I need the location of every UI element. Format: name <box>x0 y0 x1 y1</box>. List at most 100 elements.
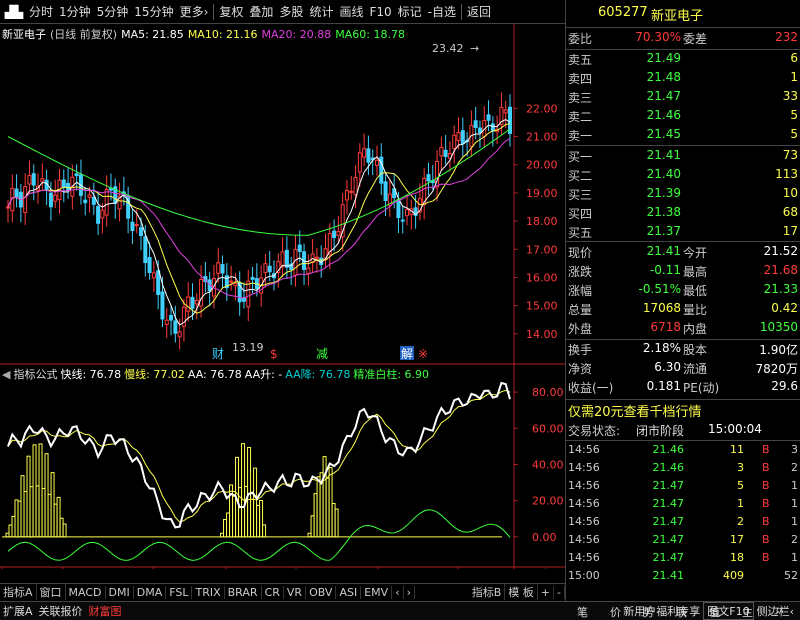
trade-time: 15:00:04 <box>708 422 762 436</box>
bid-price: 21.39 <box>646 186 681 200</box>
precise-bar <box>334 508 339 538</box>
toolbar-item[interactable]: 统计 <box>306 3 336 20</box>
price-tick-label: 19.00 <box>526 187 558 200</box>
ask-price: 21.45 <box>646 127 681 141</box>
candle-body <box>477 127 482 134</box>
stat-row: 总量 17068 量比 0.42 <box>568 301 798 317</box>
aa-down-label: AA降: 76.78 <box>285 368 351 381</box>
indicator-tab[interactable]: OBV <box>306 585 337 599</box>
indicator-tab[interactable]: - <box>554 585 565 599</box>
candle-body <box>456 132 461 141</box>
toolbar-item[interactable]: 多股 <box>276 3 306 20</box>
related-quote-tab[interactable]: 关联报价 <box>36 603 86 619</box>
candle-body <box>83 199 88 204</box>
app-logo-icon[interactable]: ▟▙ <box>2 2 26 22</box>
weibi-value: 70.30% <box>635 30 681 44</box>
bottom-tool-icon[interactable]: 联 <box>665 604 698 620</box>
bid-row[interactable]: 买四 21.38 68 <box>566 205 800 223</box>
bottom-tool-icon[interactable]: 势 <box>632 604 665 620</box>
ask-row[interactable]: 卖三 21.47 33 <box>566 89 800 107</box>
candle-body <box>96 206 101 224</box>
bid-row[interactable]: 买二 21.40 113 <box>566 167 800 185</box>
bid-price: 21.37 <box>646 224 681 238</box>
kline-mode: (日线 前复权) <box>50 28 118 41</box>
slow-line-label: 慢线: 77.02 <box>124 368 185 381</box>
bid-row[interactable]: 买三 21.39 10 <box>566 186 800 204</box>
toolbar-item[interactable]: 分时 <box>26 3 56 20</box>
indicator-tab[interactable]: 指标B <box>469 584 506 600</box>
indicator-tab[interactable]: MACD <box>66 585 106 599</box>
bottom-tool-icon[interactable]: 价 <box>599 604 632 620</box>
candle-body <box>104 189 109 216</box>
candle-body <box>332 230 337 239</box>
candle-body <box>280 251 285 268</box>
bottom-tool-icon[interactable]: 笔 <box>566 604 599 620</box>
ask-price: 21.47 <box>646 89 681 103</box>
candle-body <box>297 244 302 252</box>
toolbar-item[interactable]: -自选 <box>425 3 459 20</box>
indicator-tab[interactable]: CR <box>262 585 284 599</box>
indicator-tab[interactable]: + <box>538 585 555 599</box>
ask-volume: 33 <box>782 89 798 103</box>
indicator-tab[interactable]: ASI <box>336 585 362 599</box>
indicator-tab[interactable]: 指标A <box>0 584 37 600</box>
candle-body <box>250 276 255 280</box>
candle-body <box>353 177 358 196</box>
promo-link[interactable]: 仅需20元查看千档行情 <box>568 401 702 420</box>
toolbar-item[interactable]: 叠加 <box>246 3 276 20</box>
indicator-tab[interactable]: EMV <box>361 585 393 599</box>
indicator-menu-icon[interactable]: ◀ <box>2 368 10 381</box>
bid-volume: 17 <box>782 224 798 238</box>
top-toolbar: ▟▙ 分时 1分钟 5分钟 15分钟 更多› 复权 叠加 多股 统计 画线 F10 标记 -自选 返回 <box>0 0 565 24</box>
ask-volume: 5 <box>790 108 798 122</box>
ask-row[interactable]: 卖二 21.46 5 <box>566 108 800 126</box>
bid-row[interactable]: 买五 21.37 17 <box>566 224 800 242</box>
indicator-tab[interactable]: 窗口 <box>37 584 66 600</box>
toolbar-item[interactable]: 复权 <box>216 3 246 20</box>
indicator-tab[interactable]: DMA <box>134 585 167 599</box>
bid-row[interactable]: 买一 21.41 73 <box>566 148 800 166</box>
candle-body <box>160 291 165 320</box>
expand-a-tab[interactable]: 扩展A <box>0 603 36 619</box>
toolbar-item[interactable]: 标记 <box>395 3 425 20</box>
status-bar: 扩展A 关联报价 财富图 新用户福利专享 图文F10 侧边栏‹ 笔价势联值主 ∷ <box>0 601 800 620</box>
toolbar-item[interactable]: 15分钟 <box>131 3 176 20</box>
indicator-tab[interactable]: BRAR <box>225 585 262 599</box>
kline-chart[interactable]: 22.00 21.00 20.00 19.00 18.00 17.00 16.00 15.00… <box>0 24 565 569</box>
indicator-tab[interactable]: VR <box>284 585 307 599</box>
indicator-tab[interactable]: TRIX <box>192 585 225 599</box>
toolbar-item[interactable]: 返回 <box>464 3 494 20</box>
ask-row[interactable]: 卖五 21.49 6 <box>566 51 800 69</box>
indicator-tab[interactable]: DMI <box>106 585 134 599</box>
indicator-name[interactable]: 指标公式 <box>13 368 57 381</box>
candle-body <box>31 173 36 186</box>
candle-body <box>100 209 105 219</box>
indicator-tab[interactable]: FSL <box>166 585 193 599</box>
candle-body <box>400 219 405 222</box>
candle-body <box>396 199 401 219</box>
bottom-tool-icon[interactable]: ∷ <box>764 604 797 620</box>
candle-body <box>439 146 444 157</box>
indicator-tab[interactable]: 模 板 <box>505 584 538 600</box>
bottom-tool-icon[interactable]: 值 <box>698 604 731 620</box>
wealth-chart-tab[interactable]: 财富图 <box>86 603 125 619</box>
toolbar-item[interactable]: 画线 <box>336 3 366 20</box>
candle-body <box>151 272 156 279</box>
toolbar-item[interactable]: 更多› <box>177 3 212 20</box>
candle-body <box>460 130 465 144</box>
candle-body <box>147 257 152 273</box>
bottom-tool-icon[interactable]: 主 <box>731 604 764 620</box>
promo-row[interactable]: 仅需20元查看千档行情 <box>566 401 800 420</box>
tick-row: 14:56 21.47 18 B 1 <box>568 551 798 564</box>
indicator-tab[interactable]: › <box>404 585 416 599</box>
toolbar-item[interactable]: 5分钟 <box>94 3 132 20</box>
toolbar-item[interactable]: 1分钟 <box>56 3 94 20</box>
indicator-tab[interactable]: ‹ <box>392 585 404 599</box>
event-marker: $ <box>270 347 278 361</box>
stat-row: 涨跌 -0.11 最高 21.68 <box>568 263 798 279</box>
toolbar-item[interactable]: F10 <box>366 5 394 19</box>
ask-row[interactable]: 卖四 21.48 1 <box>566 70 800 88</box>
ask-row[interactable]: 卖一 21.45 5 <box>566 127 800 145</box>
bid-price: 21.38 <box>646 205 681 219</box>
candle-body <box>169 314 174 321</box>
